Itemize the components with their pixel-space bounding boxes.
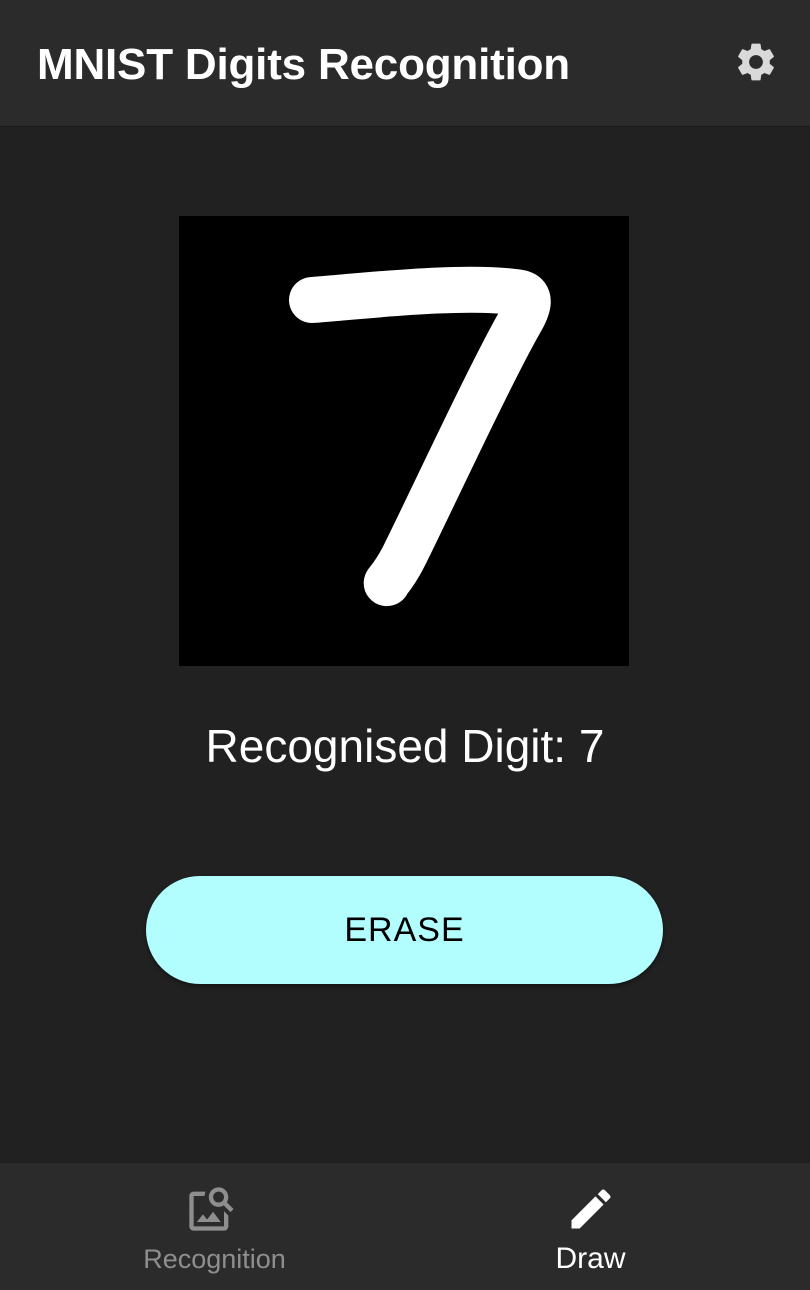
app-screen: MNIST Digits Recognition Recognised Digi… bbox=[0, 0, 810, 1290]
image-search-icon bbox=[8, 1183, 413, 1235]
app-title: MNIST Digits Recognition bbox=[37, 40, 570, 89]
drawn-digit-stroke bbox=[289, 266, 551, 607]
drawing-canvas[interactable] bbox=[179, 216, 629, 666]
pencil-icon bbox=[388, 1183, 793, 1235]
settings-button[interactable] bbox=[724, 32, 788, 96]
erase-button[interactable]: ERASE bbox=[146, 876, 663, 984]
nav-label-recognition: Recognition bbox=[143, 1244, 286, 1274]
recognised-digit-text: Recognised Digit: 7 bbox=[205, 720, 605, 772]
bottom-navigation: Recognition Draw bbox=[0, 1163, 810, 1290]
nav-item-recognition[interactable]: Recognition bbox=[0, 1163, 405, 1290]
app-bar: MNIST Digits Recognition bbox=[0, 0, 810, 127]
gear-icon bbox=[733, 39, 779, 90]
nav-label-draw: Draw bbox=[555, 1242, 626, 1275]
nav-item-draw[interactable]: Draw bbox=[405, 1163, 810, 1290]
